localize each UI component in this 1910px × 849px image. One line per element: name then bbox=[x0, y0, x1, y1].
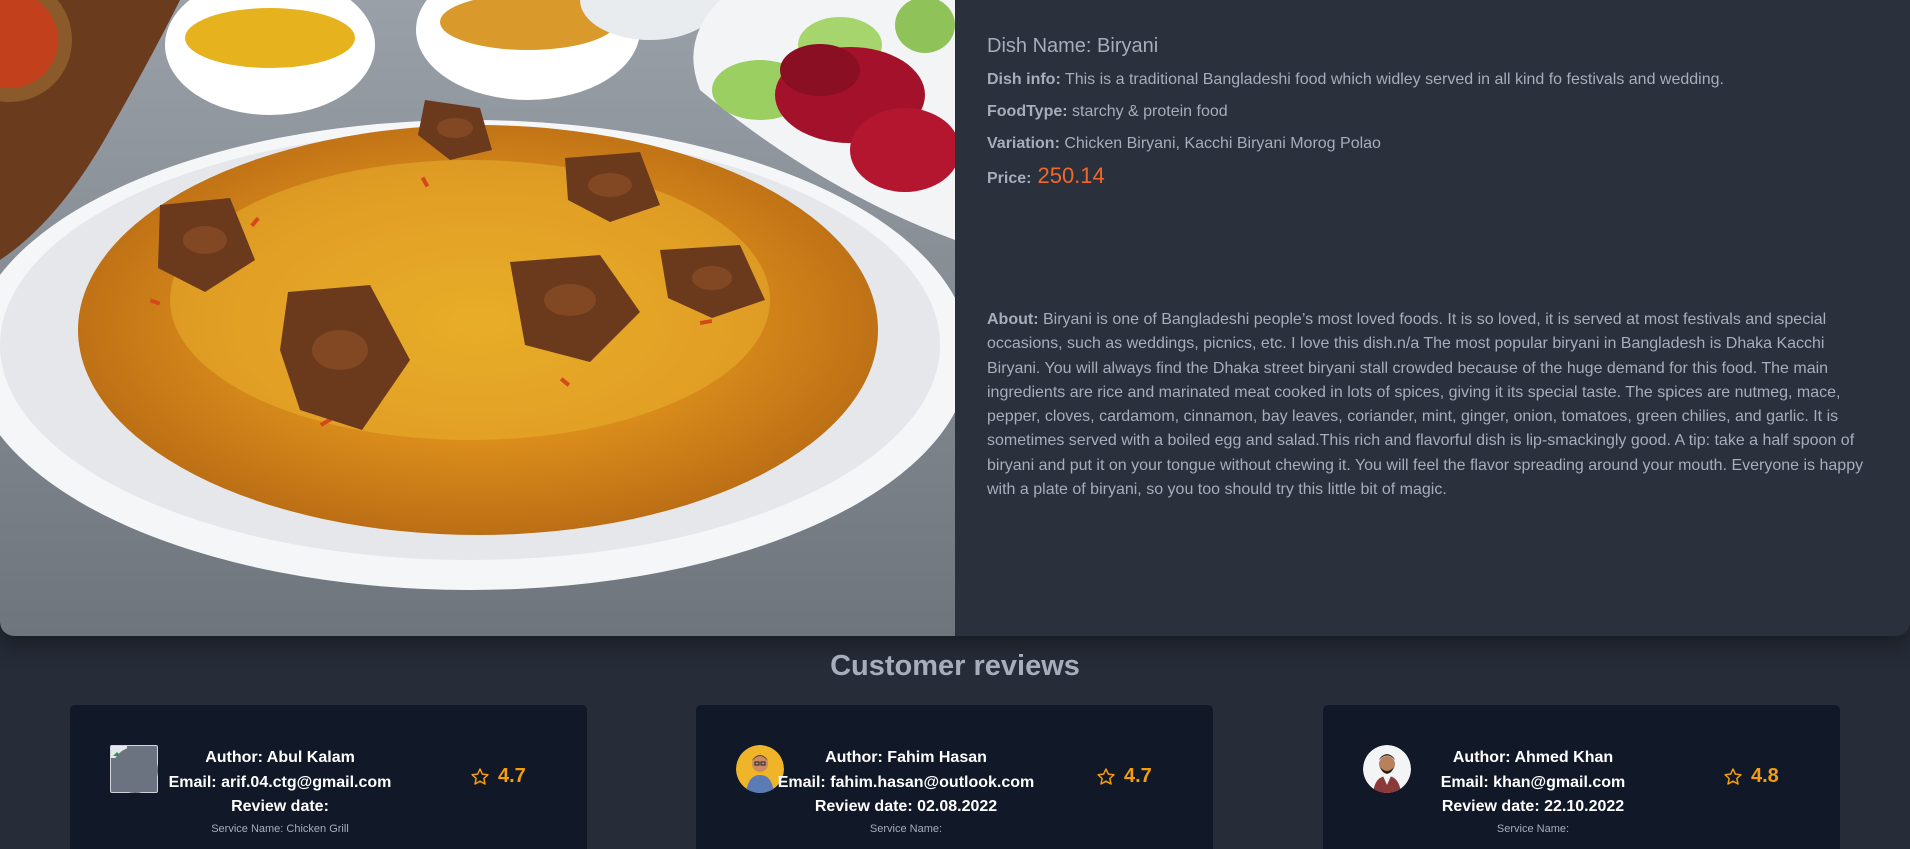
foodtype-value: starchy & protein food bbox=[1067, 103, 1228, 120]
price-row: Price: 250.14 bbox=[987, 163, 1877, 189]
review-email: Email: fahim.hasan@outlook.com bbox=[777, 773, 1035, 791]
rating-value: 4.7 bbox=[1124, 765, 1152, 787]
review-author: Author: Ahmed Khan bbox=[1452, 749, 1614, 766]
review-rating: 4.7 bbox=[470, 765, 526, 788]
foodtype-label: FoodType: bbox=[987, 103, 1068, 120]
review-author: Author: Abul Kalam bbox=[205, 749, 355, 766]
star-icon bbox=[471, 767, 489, 785]
rating-value: 4.8 bbox=[1751, 765, 1779, 787]
dish-info-row: Dish info: This is a traditional Banglad… bbox=[987, 70, 1877, 90]
review-date: Review date: bbox=[231, 798, 329, 815]
variation-label: Variation: bbox=[987, 135, 1060, 152]
dish-photo bbox=[0, 0, 955, 636]
review-email: Email: khan@gmail.com bbox=[1440, 773, 1626, 791]
review-date: Review date: 02.08.2022 bbox=[814, 798, 998, 815]
star-icon bbox=[1097, 767, 1115, 785]
price-value: 250.14 bbox=[1037, 163, 1105, 188]
review-service: Service Name: bbox=[869, 823, 943, 835]
about-text: Biryani is one of Bangladeshi people’s m… bbox=[987, 311, 1864, 499]
price-label: Price: bbox=[987, 170, 1032, 187]
reviews-heading: Customer reviews bbox=[830, 650, 1080, 682]
variation-value: Chicken Biryani, Kacchi Biryani Morog Po… bbox=[1059, 135, 1381, 152]
review-rating: 4.7 bbox=[1096, 765, 1152, 788]
review-rating: 4.8 bbox=[1723, 765, 1779, 788]
dish-info-label: Dish info: bbox=[987, 71, 1061, 88]
dish-info: Dish Name: Biryani Dish info: This is a … bbox=[987, 36, 1877, 201]
review-meta: Author: Fahim Hasan Email: fahim.hasan@o… bbox=[696, 746, 1116, 820]
review-date: Review date: 22.10.2022 bbox=[1441, 798, 1625, 815]
about-label: About: bbox=[987, 311, 1039, 328]
review-author: Author: Fahim Hasan bbox=[825, 749, 987, 766]
review-card: Author: Ahmed Khan Email: khan@gmail.com… bbox=[1323, 705, 1840, 849]
rating-value: 4.7 bbox=[498, 765, 526, 787]
dish-about: About: Biryani is one of Bangladeshi peo… bbox=[987, 308, 1877, 502]
review-service: Service Name: Chicken Grill bbox=[211, 823, 349, 835]
foodtype-row: FoodType: starchy & protein food bbox=[987, 102, 1877, 122]
review-card: Author: Abul Kalam Email: arif.04.ctg@gm… bbox=[70, 705, 587, 849]
review-card: Author: Fahim Hasan Email: fahim.hasan@o… bbox=[696, 705, 1213, 849]
star-icon bbox=[1724, 767, 1742, 785]
variation-row: Variation: Chicken Biryani, Kacchi Birya… bbox=[987, 134, 1877, 154]
review-meta: Author: Ahmed Khan Email: khan@gmail.com… bbox=[1323, 746, 1743, 820]
review-email: Email: arif.04.ctg@gmail.com bbox=[168, 773, 392, 791]
review-service: Service Name: bbox=[1496, 823, 1570, 835]
review-meta: Author: Abul Kalam Email: arif.04.ctg@gm… bbox=[70, 746, 490, 820]
dish-info-value: This is a traditional Bangladeshi food w… bbox=[1060, 71, 1724, 88]
dish-name: Dish Name: Biryani bbox=[987, 35, 1159, 57]
dish-detail-panel: Dish Name: Biryani Dish info: This is a … bbox=[0, 0, 1910, 636]
